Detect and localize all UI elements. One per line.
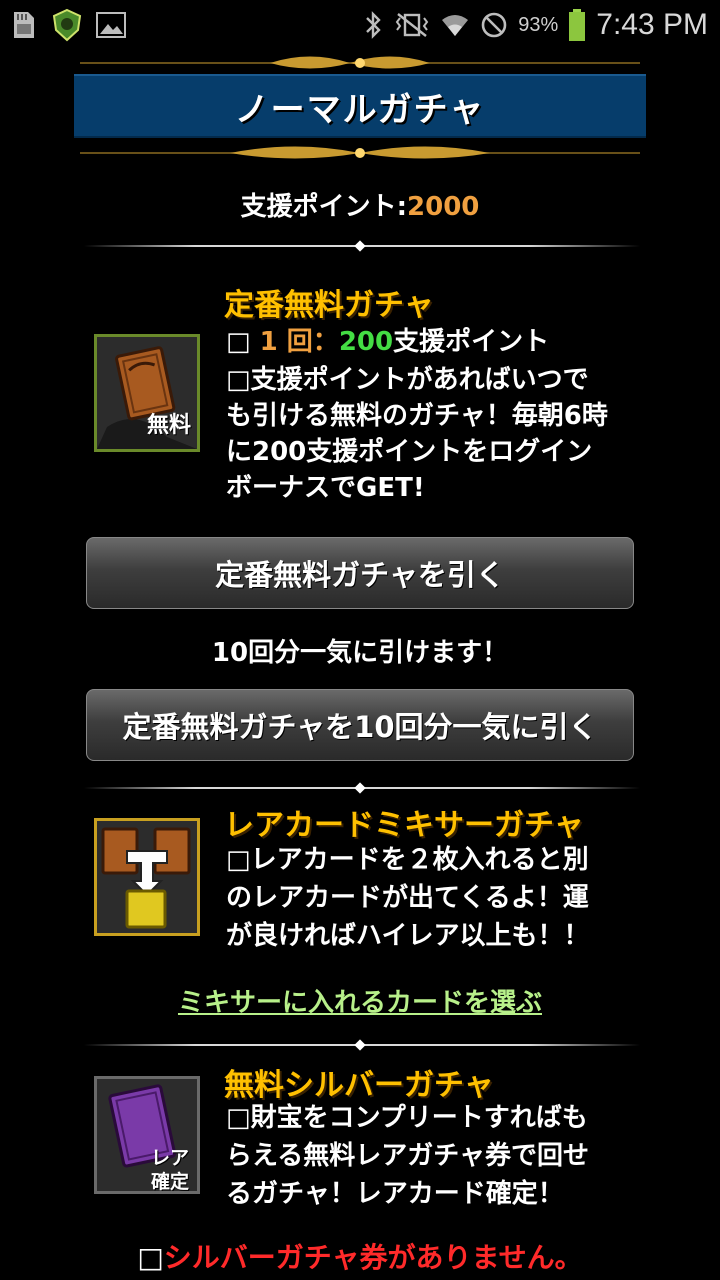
cost-count: 1 回 bbox=[259, 327, 313, 357]
silver-gacha-icon: レア 確定 bbox=[94, 1076, 200, 1194]
status-bar: 93% 7:43 PM bbox=[0, 0, 720, 50]
clock: 7:43 PM bbox=[596, 8, 708, 41]
sd-card-icon bbox=[14, 12, 34, 38]
ornament-bottom bbox=[80, 146, 640, 159]
gallery-icon bbox=[96, 12, 126, 38]
select-mixer-cards-link[interactable]: ミキサーに入れるカードを選ぶ bbox=[0, 982, 720, 1019]
mixer-gacha-title: レアカードミキサーガチャ bbox=[224, 808, 584, 843]
multi-draw-caption: 10回分一気に引けます！ bbox=[211, 638, 509, 668]
free-gacha-title: 定番無料ガチャ bbox=[224, 288, 434, 323]
app-shield-icon bbox=[52, 8, 82, 42]
free-gacha-desc-3: に200支援ポイントをログイン bbox=[226, 437, 593, 467]
bluetooth-icon bbox=[366, 11, 381, 39]
warning-text: シルバーガチャ券がありません。 bbox=[163, 1241, 583, 1274]
silver-gacha-title: 無料シルバーガチャ bbox=[224, 1068, 494, 1103]
free-gacha-desc-4: ボーナスでGET! bbox=[226, 473, 425, 503]
no-silver-ticket-warning: □シルバーガチャ券がありません。 bbox=[137, 1241, 583, 1274]
battery-icon bbox=[569, 9, 586, 41]
divider bbox=[84, 1039, 640, 1051]
select-mixer-cards-label[interactable]: ミキサーに入れるカードを選ぶ bbox=[178, 988, 542, 1018]
wifi-icon bbox=[442, 15, 469, 36]
mixer-gacha-desc-3: が良ければハイレア以上も！！ bbox=[226, 921, 590, 951]
page-title: ノーマルガチャ bbox=[234, 89, 486, 130]
silver-gacha-desc-1: □財宝をコンプリートすればも bbox=[226, 1103, 588, 1133]
vibrate-icon bbox=[395, 13, 429, 37]
support-points: 支援ポイント:2000 bbox=[0, 186, 720, 223]
no-disturb-icon bbox=[481, 12, 507, 38]
mixer-cards-icon bbox=[97, 821, 197, 933]
silver-icon-label-1: レア bbox=[150, 1147, 189, 1169]
free-gacha-desc-2: も引ける無料のガチャ！毎朝6時 bbox=[226, 401, 608, 431]
mixer-gacha-desc-2: のレアカードが出てくるよ！運 bbox=[226, 883, 589, 913]
free-gacha-desc-1: □支援ポイントがあればいつで bbox=[226, 365, 589, 395]
divider bbox=[84, 240, 640, 252]
mixer-gacha-icon bbox=[94, 818, 200, 936]
draw-free-gacha-10x-button[interactable]: 定番無料ガチャを10回分一気に引く bbox=[86, 689, 634, 761]
free-icon-label: 無料 bbox=[146, 413, 191, 438]
mixer-gacha-desc-1: □レアカードを２枚入れると別 bbox=[226, 845, 589, 875]
free-gacha-cost: □ 1 回：200支援ポイント bbox=[226, 327, 550, 357]
ornament-top bbox=[80, 56, 640, 69]
draw-free-gacha-button[interactable]: 定番無料ガチャを引く bbox=[86, 537, 634, 609]
silver-gacha-desc-3: るガチャ！レアカード確定！ bbox=[226, 1179, 564, 1209]
support-points-label: 支援ポイント: bbox=[240, 192, 408, 222]
battery-percent: 93% bbox=[518, 13, 559, 36]
page-title-bar: ノーマルガチャ bbox=[74, 74, 646, 138]
divider bbox=[84, 782, 640, 794]
silver-gacha-desc-2: らえる無料レアガチャ券で回せ bbox=[226, 1141, 589, 1171]
support-points-value: 2000 bbox=[407, 192, 480, 222]
cost-points: 200 bbox=[338, 327, 394, 357]
free-gacha-icon: 無料 bbox=[94, 334, 200, 452]
silver-icon-label-2: 確定 bbox=[150, 1171, 189, 1193]
